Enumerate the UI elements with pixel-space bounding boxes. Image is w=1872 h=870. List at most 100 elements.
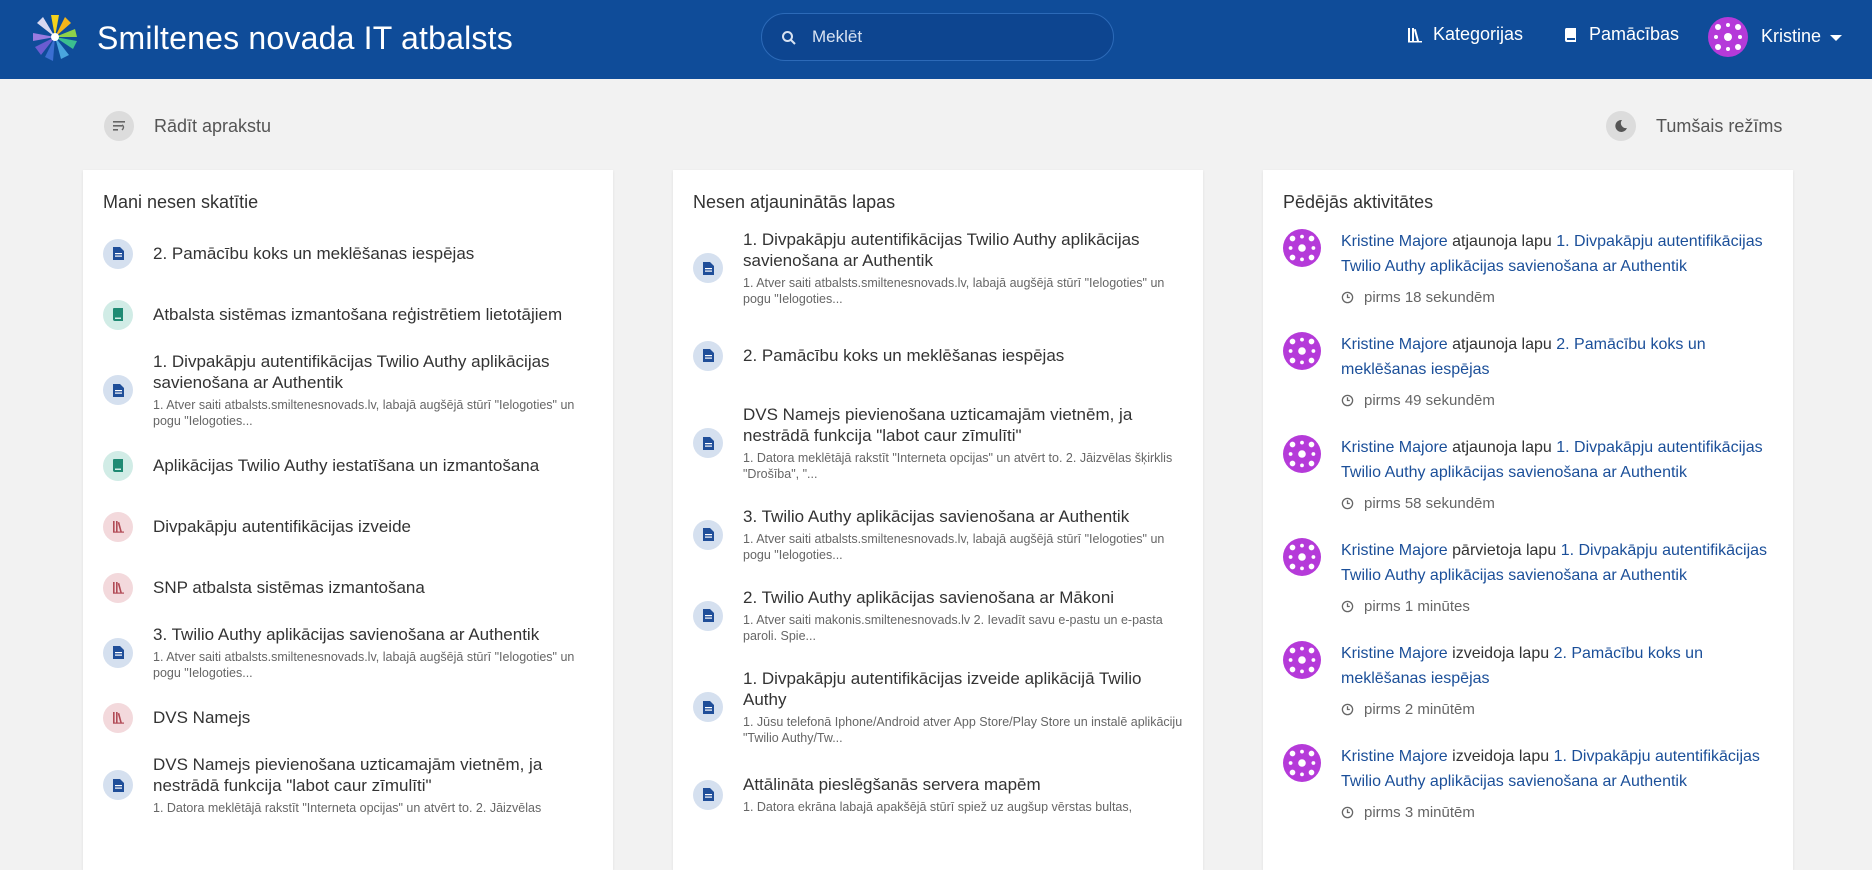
entry-name[interactable]: 2. Pamācību koks un meklēšanas iespējas xyxy=(153,243,474,264)
activity-action: izveidoja lapu xyxy=(1452,748,1550,765)
clock-icon xyxy=(1341,703,1354,716)
clock-icon xyxy=(1341,497,1354,510)
entry-text: 1. Divpakāpju autentifikācijas izveide a… xyxy=(743,668,1183,746)
list-item[interactable]: 1. Divpakāpju autentifikācijas Twilio Au… xyxy=(693,229,1183,307)
list-item[interactable]: 2. Twilio Authy aplikācijas savienošana … xyxy=(693,587,1183,644)
activity-action: atjaunoja lapu xyxy=(1452,439,1552,456)
entry-text: DVS Namejs pievienošana uzticamajām viet… xyxy=(743,404,1183,482)
activity-text: Kristine Majore atjaunoja lapu 2. Pamācī… xyxy=(1341,332,1773,382)
activity-time-label: pirms 2 minūtēm xyxy=(1364,701,1475,718)
show-description-button[interactable]: Rādīt aprakstu xyxy=(104,111,271,141)
list-item[interactable]: 1. Divpakāpju autentifikācijas izveide a… xyxy=(693,668,1183,746)
entry-excerpt: 1. Atver saiti atbalsts.smiltenesnovads.… xyxy=(743,532,1165,562)
activity-user-link[interactable]: Kristine Majore xyxy=(1341,439,1448,456)
activity-time: pirms 18 sekundēm xyxy=(1341,285,1773,310)
activity-body: Kristine Majore atjaunoja lapu 2. Pamācī… xyxy=(1341,332,1773,413)
entry-text: Attālināta pieslēgšanās servera mapēm 1. … xyxy=(743,774,1132,815)
page-icon xyxy=(103,770,133,800)
search-input[interactable] xyxy=(812,24,1092,50)
entry-name[interactable]: DVS Namejs pievienošana uzticamajām viet… xyxy=(743,404,1183,446)
list-item[interactable]: DVS Namejs pievienošana uzticamajām viet… xyxy=(103,754,593,816)
dark-mode-button[interactable]: Tumšais režīms xyxy=(1606,111,1782,141)
list-item[interactable]: 2. Pamācību koks un meklēšanas iespējas xyxy=(693,331,1183,380)
activity-time: pirms 2 minūtēm xyxy=(1341,697,1773,722)
avatar[interactable] xyxy=(1283,538,1321,576)
entry-name[interactable]: 3. Twilio Authy aplikācijas savienošana … xyxy=(743,506,1183,527)
avatar[interactable] xyxy=(1283,332,1321,370)
shelf-icon xyxy=(103,572,133,603)
entry-name[interactable]: DVS Namejs pievienošana uzticamajām viet… xyxy=(153,754,593,796)
book-icon xyxy=(1564,27,1576,42)
activity-time: pirms 1 minūtes xyxy=(1341,594,1773,619)
list-item[interactable]: SNP atbalsta sistēmas izmantošana xyxy=(103,563,593,612)
avatar[interactable] xyxy=(1283,744,1321,782)
activity-body: Kristine Majore pārvietoja lapu 1. Divpa… xyxy=(1341,538,1773,619)
avatar[interactable] xyxy=(1283,435,1321,473)
nav-categories-label: Kategorijas xyxy=(1433,24,1524,44)
list-item[interactable]: 3. Twilio Authy aplikācijas savienošana … xyxy=(103,624,593,681)
entry-name[interactable]: 1. Divpakāpju autentifikācijas izveide a… xyxy=(743,668,1183,710)
search-box[interactable] xyxy=(761,13,1114,61)
list-item[interactable]: Divpakāpju autentifikācijas izveide xyxy=(103,502,593,551)
page-icon xyxy=(103,375,133,405)
site-title[interactable]: Smiltenes novada IT atbalsts xyxy=(97,20,513,57)
list-item[interactable]: Attālināta pieslēgšanās servera mapēm 1. … xyxy=(693,770,1183,819)
activity-user-link[interactable]: Kristine Majore xyxy=(1341,645,1448,662)
moon-icon xyxy=(1606,111,1636,141)
list-item[interactable]: Aplikācijas Twilio Authy iestatīšana un … xyxy=(103,441,593,490)
entry-excerpt: 1. Atver saiti makonis.smiltenesnovads.l… xyxy=(743,613,1163,643)
recently-updated-title: Nesen atjauninātās lapas xyxy=(693,192,896,212)
nav-guides[interactable]: Pamācības xyxy=(1563,24,1679,45)
list-item[interactable]: 1. Divpakāpju autentifikācijas Twilio Au… xyxy=(103,351,593,429)
book-icon xyxy=(103,450,133,481)
page-icon xyxy=(693,519,723,550)
list-item[interactable]: 2. Pamācību koks un meklēšanas iespējas xyxy=(103,229,593,278)
list-item[interactable]: 3. Twilio Authy aplikācijas savienošana … xyxy=(693,506,1183,563)
activity-item: Kristine Majore izveidoja lapu 1. Divpak… xyxy=(1283,744,1773,825)
nav-guides-label: Pamācības xyxy=(1589,24,1680,44)
activity-user-link[interactable]: Kristine Majore xyxy=(1341,233,1448,250)
entry-name[interactable]: Attālināta pieslēgšanās servera mapēm xyxy=(743,774,1132,795)
list-item[interactable]: Atbalsta sistēmas izmantošana reģistrēti… xyxy=(103,290,593,339)
nav-categories[interactable]: Kategorijas xyxy=(1407,24,1523,45)
entry-name[interactable]: 1. Divpakāpju autentifikācijas Twilio Au… xyxy=(153,351,593,393)
activity-action: atjaunoja lapu xyxy=(1452,233,1552,250)
avatar[interactable] xyxy=(1283,641,1321,679)
page-icon xyxy=(693,428,723,458)
page-icon xyxy=(103,637,133,668)
entry-name[interactable]: Divpakāpju autentifikācijas izveide xyxy=(153,516,411,537)
entry-name[interactable]: 2. Pamācību koks un meklēšanas iespējas xyxy=(743,345,1064,366)
activity-user-link[interactable]: Kristine Majore xyxy=(1341,336,1448,353)
clock-icon xyxy=(1341,291,1354,304)
user-avatar[interactable] xyxy=(1708,17,1748,57)
entry-text: 3. Twilio Authy aplikācijas savienošana … xyxy=(153,624,593,681)
avatar[interactable] xyxy=(1283,229,1321,267)
activity-title: Pēdējās aktivitātes xyxy=(1283,192,1434,212)
activity-user-link[interactable]: Kristine Majore xyxy=(1341,748,1448,765)
shelf-icon xyxy=(103,702,133,733)
entry-name[interactable]: 2. Twilio Authy aplikācijas savienošana … xyxy=(743,587,1183,608)
entry-name[interactable]: SNP atbalsta sistēmas izmantošana xyxy=(153,577,425,598)
entry-name[interactable]: 3. Twilio Authy aplikācijas savienošana … xyxy=(153,624,593,645)
top-header: Smiltenes novada IT atbalsts Kategorijas… xyxy=(0,0,1872,79)
entry-name[interactable]: DVS Namejs xyxy=(153,707,250,728)
entry-name[interactable]: Aplikācijas Twilio Authy iestatīšana un … xyxy=(153,455,539,476)
activity-time-label: pirms 58 sekundēm xyxy=(1364,495,1495,512)
caret-down-icon[interactable] xyxy=(1830,35,1842,41)
show-description-label: Rādīt aprakstu xyxy=(154,115,272,136)
entry-name[interactable]: 1. Divpakāpju autentifikācijas Twilio Au… xyxy=(743,229,1183,271)
user-name[interactable]: Kristine xyxy=(1761,26,1821,47)
activity-text: Kristine Majore atjaunoja lapu 1. Divpak… xyxy=(1341,229,1773,279)
entry-name[interactable]: Atbalsta sistēmas izmantošana reģistrēti… xyxy=(153,304,562,325)
entry-text: 3. Twilio Authy aplikācijas savienošana … xyxy=(743,506,1183,563)
activity-user-link[interactable]: Kristine Majore xyxy=(1341,542,1448,559)
list-item[interactable]: DVS Namejs xyxy=(103,693,593,742)
page-icon xyxy=(693,692,723,722)
activity-text: Kristine Majore atjaunoja lapu 1. Divpak… xyxy=(1341,435,1773,485)
entry-text: 2. Twilio Authy aplikācijas savienošana … xyxy=(743,587,1183,644)
logo-icon[interactable] xyxy=(28,10,82,64)
entry-excerpt: 1. Atver saiti atbalsts.smiltenesnovads.… xyxy=(743,276,1165,306)
activity-body: Kristine Majore atjaunoja lapu 1. Divpak… xyxy=(1341,229,1773,310)
activity-text: Kristine Majore izveidoja lapu 1. Divpak… xyxy=(1341,744,1773,794)
list-item[interactable]: DVS Namejs pievienošana uzticamajām viet… xyxy=(693,404,1183,482)
